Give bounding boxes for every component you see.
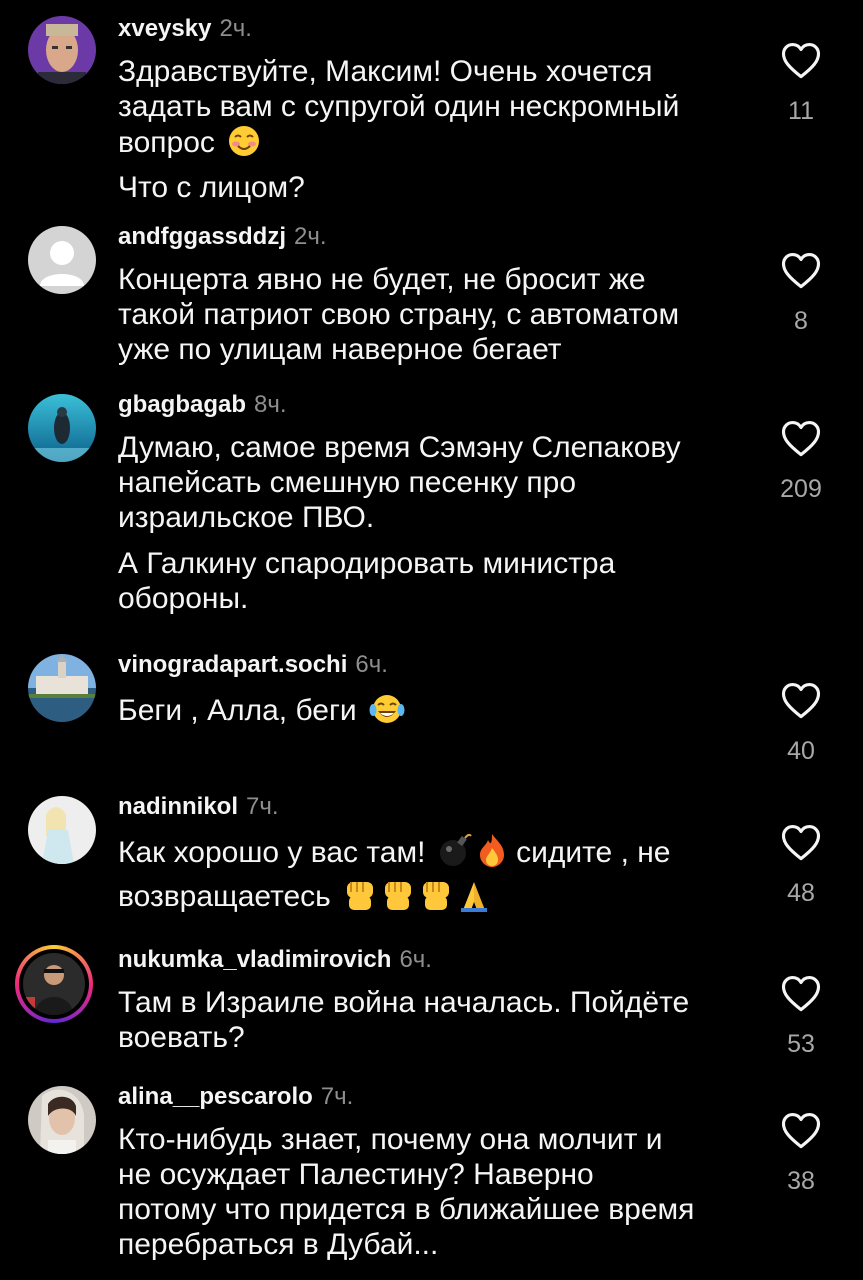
- like-count: 11: [788, 97, 814, 125]
- like-count: 8: [794, 307, 808, 335]
- heart-outline-icon[interactable]: [780, 40, 822, 80]
- heart-outline-icon[interactable]: [780, 1110, 822, 1150]
- comment-text: Беги , Алла, беги: [118, 692, 748, 734]
- folded-hands-icon: [457, 876, 491, 920]
- avatar[interactable]: [28, 16, 96, 84]
- comment-item: nadinnikol 7ч. Как хорошо у вас там! сиди…: [0, 792, 863, 932]
- username[interactable]: nadinnikol: [118, 793, 238, 820]
- heart-outline-icon[interactable]: [780, 250, 822, 290]
- comment-header: gbagbagab 8ч.: [118, 390, 287, 423]
- comment-item: xveysky 2ч. Здравствуйте, Максим! Очень х…: [0, 14, 863, 214]
- raised-fist-icon: [381, 876, 415, 920]
- heart-outline-icon[interactable]: [780, 680, 822, 720]
- username[interactable]: nukumka_vladimirovich: [118, 946, 391, 973]
- comment-text: Здравствуйте, Максим! Очень хочется зада…: [118, 54, 748, 166]
- avatar[interactable]: [28, 796, 96, 864]
- comment-header: nadinnikol 7ч.: [118, 792, 279, 825]
- heart-outline-icon[interactable]: [780, 822, 822, 862]
- comment-time: 7ч.: [320, 1083, 354, 1110]
- comment-header: andfggassddzj 2ч.: [118, 222, 327, 255]
- avatar[interactable]: [28, 1086, 96, 1154]
- username[interactable]: vinogradapart.sochi: [118, 651, 347, 678]
- comment-text: Там в Израиле война началась. Пойдёте во…: [118, 986, 690, 1054]
- story-ring[interactable]: [15, 945, 93, 1023]
- username[interactable]: andfggassddzj: [118, 223, 286, 250]
- comment-time: 7ч.: [246, 793, 279, 820]
- comment-time: 6ч.: [355, 651, 388, 678]
- comment-time: 2ч.: [294, 223, 327, 250]
- username[interactable]: gbagbagab: [118, 391, 246, 418]
- comment-text: Кто-нибудь знает, почему она молчит и не…: [118, 1123, 695, 1261]
- like-count: 53: [787, 1030, 815, 1058]
- heart-outline-icon[interactable]: [780, 973, 822, 1013]
- like-count: 40: [787, 737, 815, 765]
- like-count: 209: [780, 475, 822, 503]
- avatar[interactable]: [28, 226, 96, 294]
- comment-item: nukumka_vladimirovich 6ч. Там в Израиле в…: [0, 945, 863, 1065]
- comment-text: Как хорошо у вас там! сидите , не возвращ…: [118, 832, 758, 920]
- smiling-face-icon: [227, 124, 261, 166]
- comment-text: А Галкину спародировать министра обороны…: [118, 547, 616, 615]
- avatar[interactable]: [23, 953, 85, 1015]
- avatar[interactable]: [28, 394, 96, 462]
- comment-text: Что с лицом?: [118, 171, 305, 204]
- like-count: 38: [787, 1167, 815, 1195]
- comment-header: vinogradapart.sochi 6ч.: [118, 650, 388, 683]
- like-count: 48: [787, 879, 815, 907]
- comment-time: 6ч.: [399, 946, 432, 973]
- raised-fist-icon: [419, 876, 453, 920]
- raised-fist-icon: [343, 876, 377, 920]
- comment-item: vinogradapart.sochi 6ч. Беги , Алла, беги…: [0, 650, 863, 770]
- avatar[interactable]: [28, 654, 96, 722]
- bomb-icon: [438, 832, 472, 876]
- comment-header: alina__pescarolo 7ч.: [118, 1082, 353, 1115]
- comment-item: andfggassddzj 2ч. Концерта явно не будет,…: [0, 222, 863, 382]
- username[interactable]: xveysky: [118, 15, 211, 42]
- face-with-tears-of-joy-icon: [369, 692, 405, 734]
- comment-text: Думаю, самое время Сэмэну Слепакову напе…: [118, 431, 681, 534]
- heart-outline-icon[interactable]: [780, 418, 822, 458]
- comment-text: Концерта явно не будет, не бросит же так…: [118, 263, 680, 366]
- username[interactable]: alina__pescarolo: [118, 1083, 313, 1110]
- comment-time: 8ч.: [254, 391, 287, 418]
- comment-header: nukumka_vladimirovich 6ч.: [118, 945, 432, 978]
- comment-item: alina__pescarolo 7ч. Кто-нибудь знает, по…: [0, 1082, 863, 1272]
- comment-time: 2ч.: [219, 15, 252, 42]
- comment-header: xveysky 2ч.: [118, 14, 252, 47]
- comment-item: gbagbagab 8ч. Думаю, самое время Сэмэну С…: [0, 390, 863, 620]
- fire-icon: [476, 832, 508, 876]
